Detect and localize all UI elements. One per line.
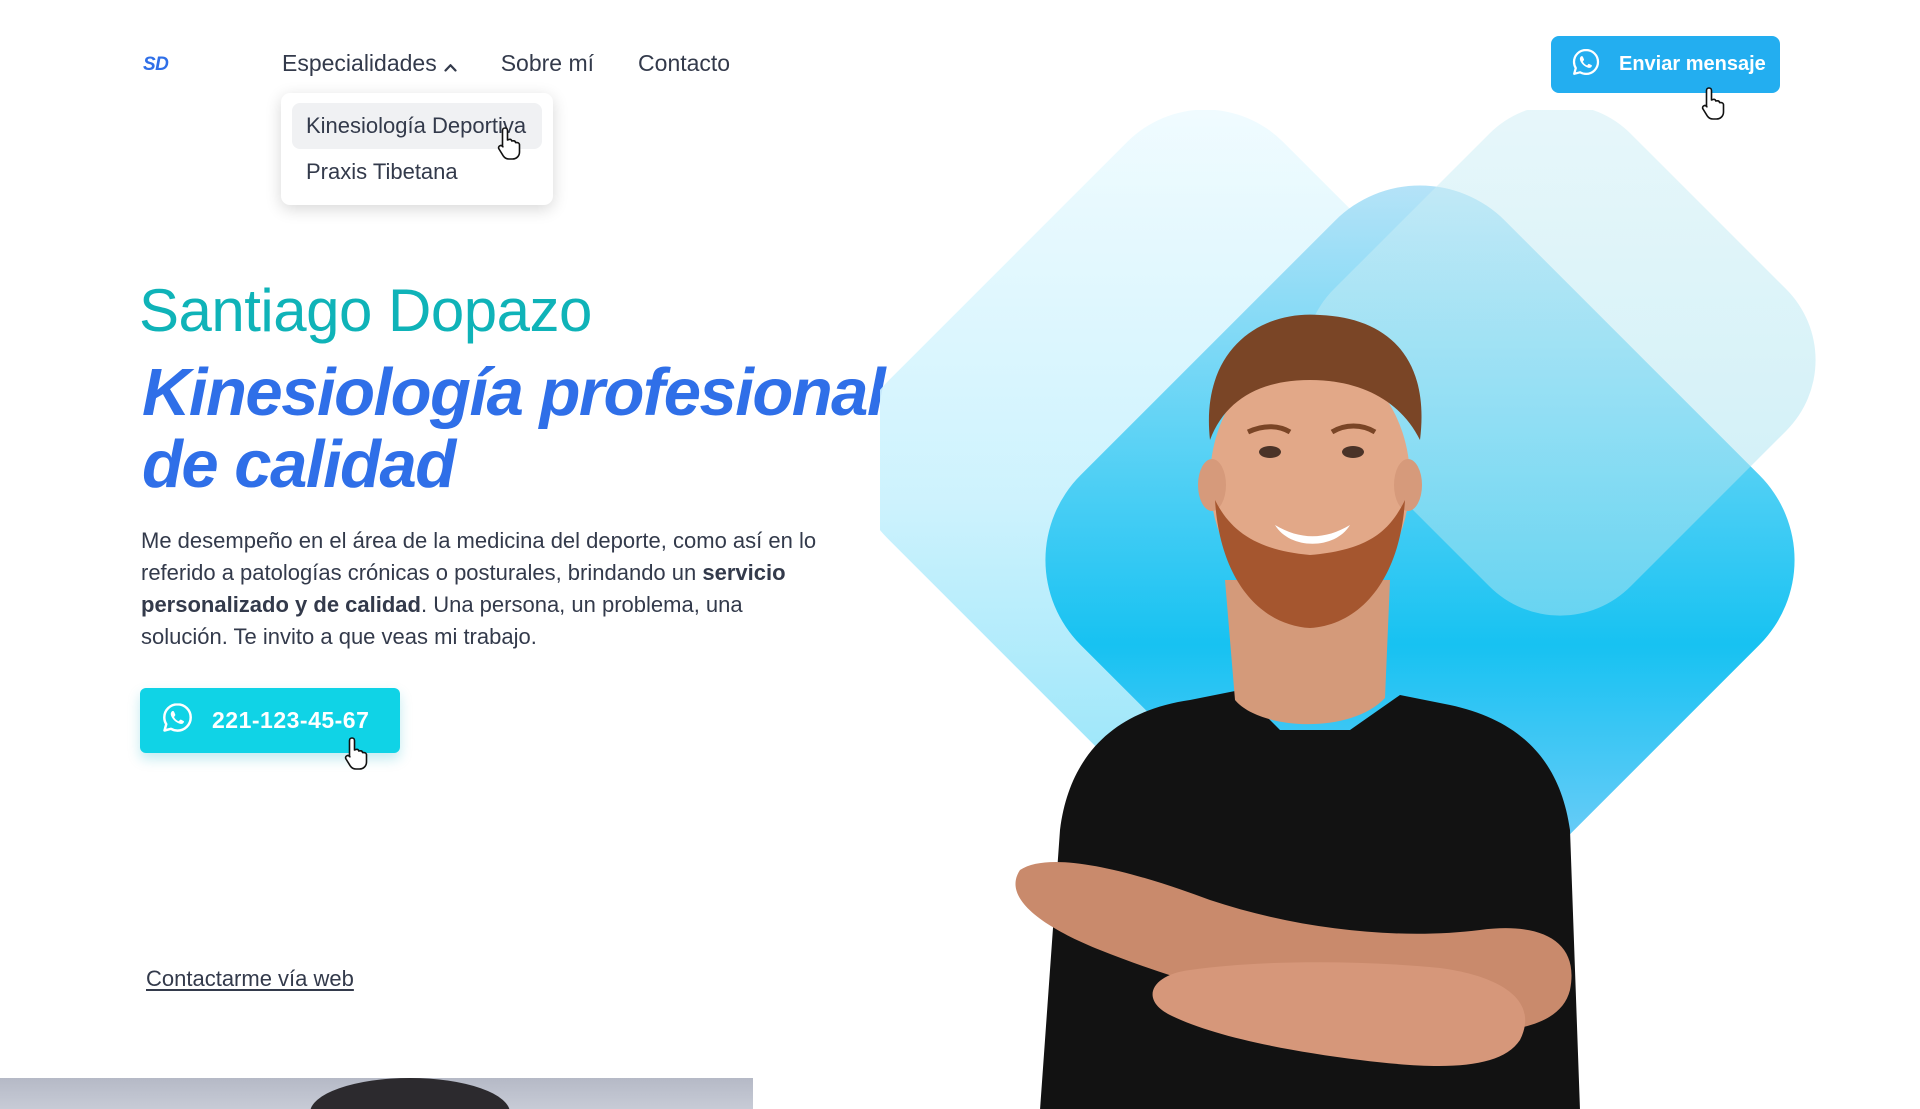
whatsapp-phone-button[interactable]: 221-123-45-67 xyxy=(140,688,400,753)
tagline-line-2: de calidad xyxy=(142,427,456,502)
site-logo[interactable]: SD xyxy=(143,54,169,76)
nav-contacto[interactable]: Contacto xyxy=(638,50,730,77)
hero-description: Me desempeño en el área de la medicina d… xyxy=(141,525,821,653)
portrait-hair-shape xyxy=(310,1078,510,1109)
especialidades-dropdown: Kinesiología Deportiva Praxis Tibetana xyxy=(281,93,553,205)
nav-sobre-mi[interactable]: Sobre mí xyxy=(501,50,594,77)
main-nav: Especialidades Sobre mí Contacto xyxy=(282,49,730,78)
doctor-name: Santiago Dopazo xyxy=(139,277,592,344)
send-message-button[interactable]: Enviar mensaje xyxy=(1551,36,1780,93)
contact-web-link[interactable]: Contactarme vía web xyxy=(146,966,354,992)
phone-number: 221-123-45-67 xyxy=(212,707,370,733)
whatsapp-icon xyxy=(1571,47,1601,83)
nav-especialidades-label: Especialidades xyxy=(282,50,437,76)
hero-image xyxy=(854,104,1920,1109)
dropdown-item-kinesiologia-deportiva[interactable]: Kinesiología Deportiva xyxy=(292,103,542,149)
portrait-illustration xyxy=(854,104,1816,1109)
next-section-image xyxy=(0,1078,753,1109)
hero-tagline: Kinesiología profesional de calidad xyxy=(142,357,902,501)
whatsapp-icon xyxy=(161,701,194,740)
nav-especialidades[interactable]: Especialidades xyxy=(282,49,457,78)
send-message-label: Enviar mensaje xyxy=(1619,53,1766,75)
dropdown-item-praxis-tibetana[interactable]: Praxis Tibetana xyxy=(292,149,542,195)
tagline-line-1: Kinesiología profesional xyxy=(142,355,886,430)
chevron-up-icon xyxy=(444,51,457,78)
